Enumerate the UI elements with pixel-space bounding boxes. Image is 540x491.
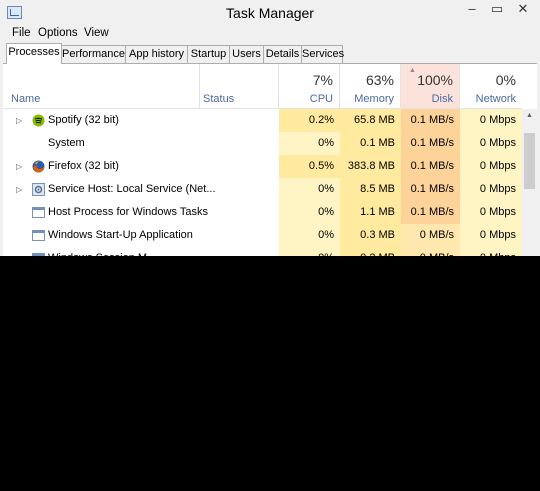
network-label: Network — [475, 93, 516, 105]
memory-cell: 0.2 MB — [340, 247, 401, 256]
memory-cell: 383.8 MB — [340, 155, 401, 178]
sort-arrow-icon: ▲ — [409, 67, 416, 74]
column-header-status[interactable]: Status — [200, 64, 279, 108]
gear-icon — [32, 183, 45, 196]
menu-bar: File Options View — [0, 25, 540, 42]
disk-total-percent: 100% — [417, 72, 453, 88]
column-header-network[interactable]: 0% Network — [460, 64, 522, 108]
memory-cell: 0.3 MB — [340, 224, 401, 247]
disk-cell: 0.1 MB/s — [401, 178, 460, 201]
memory-total-percent: 63% — [365, 72, 394, 88]
column-header-disk[interactable]: ▲ 100% Disk — [401, 64, 460, 108]
disk-cell: 0 MB/s — [401, 247, 460, 256]
tab-performance[interactable]: Performance — [61, 45, 126, 63]
cpu-cell: 0.2% — [279, 109, 340, 132]
vertical-scrollbar[interactable]: ▲ — [522, 109, 537, 256]
tab-details[interactable]: Details — [263, 45, 302, 63]
memory-cell: 1.1 MB — [340, 201, 401, 224]
process-name: Windows Start-Up Application — [48, 229, 193, 241]
menu-view[interactable]: View — [84, 27, 109, 39]
process-name: Windows Session M... — [48, 247, 156, 256]
cpu-cell: 0% — [279, 178, 340, 201]
process-name: Host Process for Windows Tasks — [48, 206, 208, 218]
cpu-label: CPU — [309, 93, 333, 105]
tab-processes[interactable]: Processes — [6, 43, 62, 64]
process-name: System — [48, 137, 85, 149]
memory-cell: 0.1 MB — [340, 132, 401, 155]
expand-chevron-icon[interactable]: ▷ — [16, 109, 22, 132]
system-icon — [32, 137, 45, 150]
network-cell: 0 Mbps — [460, 132, 522, 155]
network-cell: 0 Mbps — [460, 178, 522, 201]
cpu-total-percent: 7% — [312, 72, 333, 88]
processes-panel: Name Status 7% CPU 63% Memory ▲ 100% Dis… — [3, 63, 537, 256]
disk-label: Disk — [431, 93, 453, 105]
table-row[interactable]: Windows Start-Up Application 0% 0.3 MB 0 MB… — [3, 224, 522, 247]
column-header-name[interactable]: Name — [3, 64, 200, 108]
menu-file[interactable]: File — [12, 27, 31, 39]
cpu-cell: 0% — [279, 201, 340, 224]
table-row[interactable]: ▷ Spotify (32 bit) 0.2% 65.8 MB 0.1 MB/s 0 Mb… — [3, 109, 522, 132]
menu-options[interactable]: Options — [38, 27, 78, 39]
cpu-cell: 0% — [279, 247, 340, 256]
title-bar: Task Manager – ▭ ✕ — [0, 0, 540, 25]
expand-chevron-icon[interactable]: ▷ — [16, 178, 22, 201]
tab-services[interactable]: Services — [301, 45, 344, 63]
network-total-percent: 0% — [495, 72, 516, 88]
maximize-button[interactable]: ▭ — [484, 0, 510, 20]
table-row[interactable]: Host Process for Windows Tasks 0% 1.1 MB 0.… — [3, 201, 522, 224]
window-icon — [32, 206, 45, 219]
cpu-cell: 0% — [279, 224, 340, 247]
spotify-icon — [32, 114, 45, 127]
table-row[interactable]: Windows Session M... 0%0.2 MB0 MB/s0 Mbps — [3, 247, 522, 256]
tab-startup[interactable]: Startup — [187, 45, 230, 63]
tab-strip: Processes Performance App history Startu… — [6, 43, 540, 64]
column-name-label: Name — [11, 93, 41, 105]
table-row[interactable]: ▷ Firefox (32 bit) 0.5% 383.8 MB 0.1 MB/s 0 M… — [3, 155, 522, 178]
tab-users[interactable]: Users — [229, 45, 264, 63]
tab-app-history[interactable]: App history — [125, 45, 188, 63]
disk-cell: 0.1 MB/s — [401, 109, 460, 132]
task-manager-window: Task Manager – ▭ ✕ File Options View Pro… — [0, 0, 540, 256]
black-area — [0, 256, 540, 491]
column-header-cpu[interactable]: 7% CPU — [279, 64, 340, 108]
table-row[interactable]: ▷ Service Host: Local Service (Net... 0% 8.… — [3, 178, 522, 201]
cpu-cell: 0.5% — [279, 155, 340, 178]
column-header-row: Name Status 7% CPU 63% Memory ▲ 100% Dis… — [3, 64, 522, 109]
minimize-button[interactable]: – — [459, 0, 485, 20]
process-name: Spotify (32 bit) — [48, 114, 119, 126]
memory-cell: 65.8 MB — [340, 109, 401, 132]
network-cell: 0 Mbps — [460, 109, 522, 132]
table-row[interactable]: System 0% 0.1 MB 0.1 MB/s 0 Mbps — [3, 132, 522, 155]
column-header-memory[interactable]: 63% Memory — [340, 64, 401, 108]
scroll-up-icon[interactable]: ▲ — [522, 109, 537, 123]
disk-cell: 0.1 MB/s — [401, 132, 460, 155]
memory-label: Memory — [354, 93, 394, 105]
disk-cell: 0.1 MB/s — [401, 155, 460, 178]
network-cell: 0 Mbps — [460, 201, 522, 224]
close-button[interactable]: ✕ — [510, 0, 536, 20]
disk-cell: 0.1 MB/s — [401, 201, 460, 224]
process-name: Service Host: Local Service (Net... — [48, 183, 216, 195]
process-name: Firefox (32 bit) — [48, 160, 119, 172]
scrollbar-thumb[interactable] — [524, 133, 535, 189]
firefox-icon — [32, 160, 45, 173]
cpu-cell: 0% — [279, 132, 340, 155]
expand-chevron-icon[interactable]: ▷ — [16, 155, 22, 178]
network-cell: 0 Mbps — [460, 224, 522, 247]
network-cell: 0 Mbps — [460, 155, 522, 178]
window-icon — [32, 229, 45, 242]
disk-cell: 0 MB/s — [401, 224, 460, 247]
column-status-label: Status — [203, 93, 235, 105]
memory-cell: 8.5 MB — [340, 178, 401, 201]
network-cell: 0 Mbps — [460, 247, 522, 256]
